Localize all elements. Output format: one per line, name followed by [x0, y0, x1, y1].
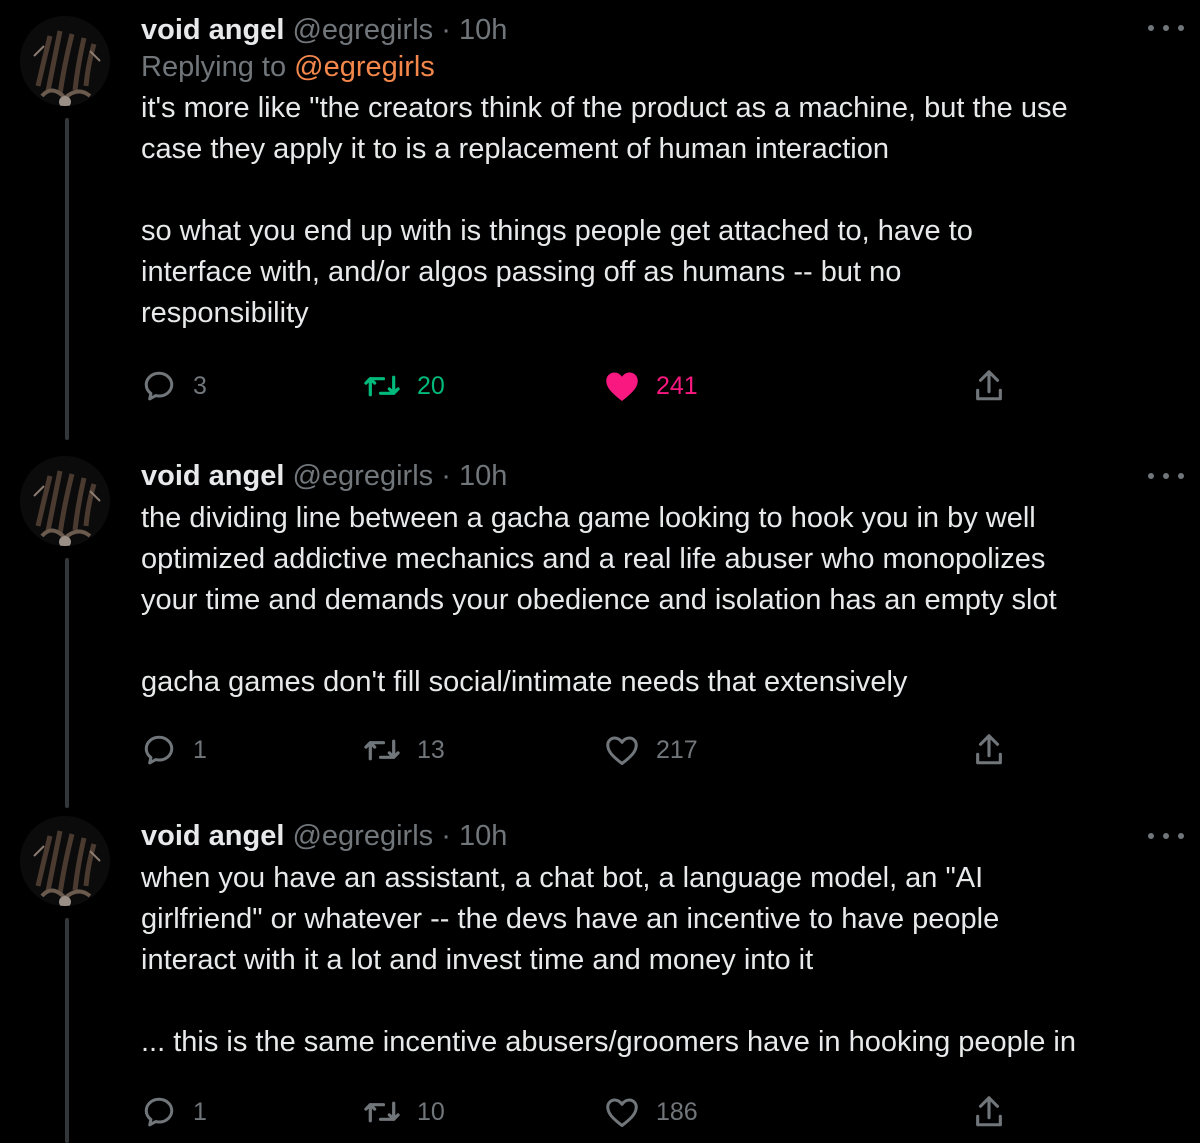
share-button[interactable] — [973, 366, 1005, 406]
avatar-image — [20, 456, 110, 546]
like-button[interactable]: 241 — [604, 366, 698, 406]
retweet-icon — [364, 375, 400, 397]
replying-label: Replying to — [141, 51, 295, 83]
tweet[interactable]: void angel @egregirls · 10h when you hav… — [0, 800, 1200, 1143]
reply-button[interactable]: 3 — [141, 366, 207, 406]
display-name[interactable]: void angel — [141, 820, 284, 852]
retweet-button[interactable]: 10 — [363, 1092, 445, 1132]
heart-icon — [606, 372, 638, 401]
user-handle[interactable]: @egregirls — [292, 460, 433, 492]
tweet-header: void angel @egregirls · 10h — [141, 12, 1171, 48]
tweet-text: it's more like "the creators think of th… — [141, 92, 1068, 165]
avatar-image — [20, 816, 110, 906]
separator-dot: · — [441, 460, 451, 492]
separator-dot: · — [441, 14, 451, 46]
reply-icon — [144, 1097, 174, 1127]
avatar[interactable] — [20, 16, 110, 106]
more-icon — [1148, 833, 1154, 839]
mention-link[interactable]: @egregirls — [294, 51, 435, 83]
tweet[interactable]: void angel @egregirls · 10h the dividing… — [0, 440, 1200, 800]
display-name[interactable]: void angel — [141, 14, 284, 46]
user-handle[interactable]: @egregirls — [292, 820, 433, 852]
retweet-count: 20 — [417, 371, 445, 400]
replying-to: Replying to @egregirls — [141, 48, 1171, 86]
avatar[interactable] — [20, 456, 110, 546]
timestamp[interactable]: 10h — [459, 14, 507, 46]
action-bar: 3 20 241 — [141, 366, 1011, 406]
reply-count: 1 — [193, 735, 207, 764]
share-button[interactable] — [973, 1092, 1005, 1132]
reply-button[interactable]: 1 — [141, 1092, 207, 1132]
like-button[interactable]: 186 — [604, 1092, 698, 1132]
like-count: 186 — [656, 1097, 698, 1126]
tweet-header: void angel @egregirls · 10h — [141, 818, 1171, 854]
user-handle[interactable]: @egregirls — [292, 14, 433, 46]
retweet-icon — [364, 1101, 400, 1123]
share-icon — [976, 1096, 1002, 1127]
tweet[interactable]: void angel @egregirls · 10h Replying to … — [0, 0, 1200, 430]
separator-dot: · — [441, 820, 451, 852]
more-icon — [1148, 473, 1154, 479]
share-icon — [976, 370, 1002, 401]
tweet-text: when you have an assistant, a chat bot, … — [141, 862, 1000, 976]
like-button[interactable]: 217 — [604, 730, 698, 770]
timestamp[interactable]: 10h — [459, 460, 507, 492]
share-icon — [976, 734, 1002, 765]
tweet-text: the dividing line between a gacha game l… — [141, 502, 1057, 616]
like-count: 241 — [656, 371, 698, 400]
action-bar: 1 10 186 — [141, 1092, 1011, 1132]
heart-icon — [606, 1098, 638, 1127]
heart-icon — [606, 736, 638, 765]
tweet-text: so what you end up with is things people… — [141, 215, 973, 329]
avatar[interactable] — [20, 816, 110, 906]
reply-count: 1 — [193, 1097, 207, 1126]
tweet-text: ... this is the same incentive abusers/g… — [141, 1026, 1076, 1058]
retweet-button[interactable]: 13 — [363, 730, 445, 770]
tweet-header: void angel @egregirls · 10h — [141, 458, 1171, 494]
reply-count: 3 — [193, 371, 207, 400]
like-count: 217 — [656, 735, 698, 764]
reply-icon — [144, 371, 174, 401]
avatar-image — [20, 16, 110, 106]
more-options-button[interactable] — [1148, 18, 1184, 38]
tweet-text: gacha games don't fill social/intimate n… — [141, 666, 908, 698]
retweet-button[interactable]: 20 — [363, 366, 445, 406]
more-options-button[interactable] — [1148, 826, 1184, 846]
more-icon — [1148, 25, 1154, 31]
timestamp[interactable]: 10h — [459, 820, 507, 852]
action-bar: 1 13 217 — [141, 730, 1011, 770]
display-name[interactable]: void angel — [141, 460, 284, 492]
more-options-button[interactable] — [1148, 466, 1184, 486]
share-button[interactable] — [973, 730, 1005, 770]
retweet-count: 10 — [417, 1097, 445, 1126]
retweet-icon — [364, 739, 400, 761]
reply-button[interactable]: 1 — [141, 730, 207, 770]
retweet-count: 13 — [417, 735, 445, 764]
reply-icon — [144, 735, 174, 765]
